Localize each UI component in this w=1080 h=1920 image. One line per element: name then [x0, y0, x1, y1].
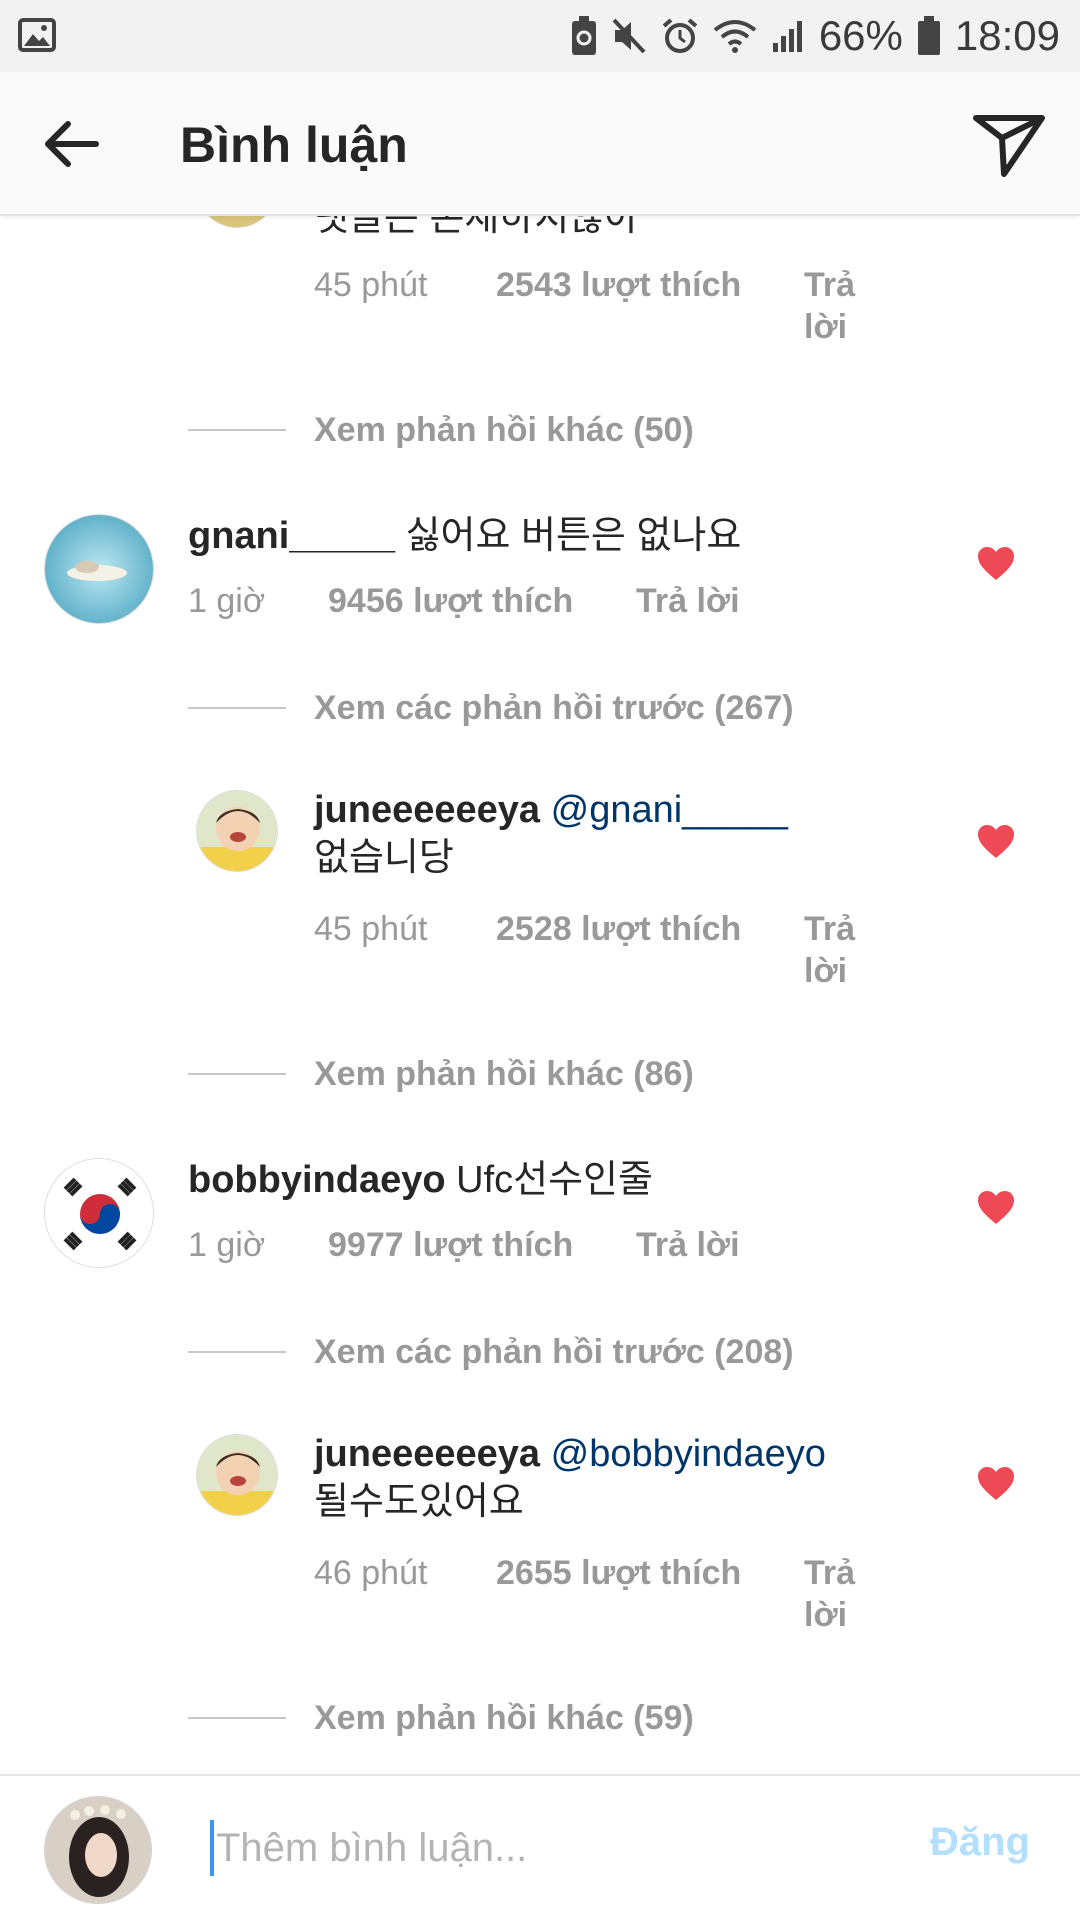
comment-text: Ufc선수인줄	[456, 1159, 653, 1201]
comment-body: bobbyindaeyo Ufc선수인줄	[188, 1156, 948, 1204]
comment-time: 1 giờ	[188, 582, 266, 620]
comment-username[interactable]: gnani_____	[188, 515, 395, 557]
mute-icon	[611, 17, 647, 55]
image-icon	[18, 16, 56, 59]
clock: 18:09	[954, 12, 1060, 59]
status-bar: 66% 18:09	[0, 0, 1080, 72]
reply-button[interactable]: Trả lời	[636, 580, 740, 622]
wifi-icon	[713, 18, 757, 54]
page-title: Bình luận	[180, 117, 408, 173]
comment-time: 45 phút	[314, 910, 428, 948]
heart-icon[interactable]	[976, 546, 1016, 582]
reply-text: 없습니당	[314, 837, 454, 879]
reply-username[interactable]: juneeeeeeya	[314, 789, 540, 831]
avatar[interactable]	[44, 1158, 154, 1268]
view-more-label: Xem phản hồi khác (86)	[314, 1054, 694, 1093]
avatar[interactable]	[196, 790, 278, 872]
like-count[interactable]: 2655 lượt thích	[496, 1552, 741, 1594]
heart-icon[interactable]	[976, 824, 1016, 860]
divider	[188, 1717, 286, 1719]
reply-body: juneeeeeeya @gnani_____ 없습니당	[314, 786, 874, 882]
post-button[interactable]: Đăng	[930, 1820, 1030, 1865]
avatar[interactable]	[196, 1434, 278, 1516]
like-count[interactable]: 9977 lượt thích	[328, 1224, 573, 1266]
header: Bình luận	[0, 72, 1080, 216]
korea-flag-icon	[45, 1159, 153, 1267]
view-previous-replies[interactable]: Xem các phản hồi trước (267)	[188, 686, 794, 730]
back-arrow-icon[interactable]	[40, 112, 104, 176]
reply-button[interactable]: Trả lời	[804, 1552, 874, 1636]
divider	[188, 707, 286, 709]
view-more-replies[interactable]: Xem phản hồi khác (50)	[188, 408, 694, 452]
view-more-replies[interactable]: Xem phản hồi khác (59)	[188, 1696, 694, 1740]
comment-time: 46 phút	[314, 1554, 428, 1592]
view-more-label: Xem phản hồi khác (59)	[314, 1698, 694, 1737]
avatar	[44, 1796, 152, 1904]
reply-username[interactable]: juneeeeeeya	[314, 1433, 540, 1475]
view-more-replies[interactable]: Xem phản hồi khác (86)	[188, 1052, 694, 1096]
like-count[interactable]: 9456 lượt thích	[328, 580, 573, 622]
reply-body: juneeeeeeya @bobbyindaeyo 될수도있어요	[314, 1430, 874, 1526]
view-more-label: Xem phản hồi khác (50)	[314, 410, 694, 449]
like-count[interactable]: 2528 lượt thích	[496, 908, 741, 950]
comment-time: 1 giờ	[188, 1226, 266, 1264]
battery-icon	[917, 16, 941, 56]
comment-time: 45 phút	[314, 266, 428, 304]
comment-text: 싫어요 버튼은 없나요	[405, 515, 742, 557]
heart-icon[interactable]	[976, 1190, 1016, 1226]
signal-icon	[771, 19, 805, 53]
divider	[188, 1351, 286, 1353]
comment-username[interactable]: bobbyindaeyo	[188, 1159, 446, 1201]
mention-link[interactable]: @bobbyindaeyo	[551, 1433, 826, 1475]
reply-text: 될수도있어요	[314, 1481, 524, 1523]
comment-text: 댓글은 존재하지않아	[314, 216, 640, 239]
reply-button[interactable]: Trả lời	[804, 908, 874, 992]
reply-button[interactable]: Trả lời	[804, 264, 874, 348]
divider	[188, 429, 286, 431]
view-previous-replies[interactable]: Xem các phản hồi trước (208)	[188, 1330, 794, 1374]
battery-percent: 66%	[818, 12, 903, 59]
comment-input[interactable]	[214, 1814, 914, 1882]
battery-saver-icon	[571, 16, 597, 56]
send-icon[interactable]	[972, 108, 1046, 182]
view-previous-label: Xem các phản hồi trước (267)	[314, 688, 794, 727]
avatar[interactable]	[196, 216, 278, 228]
like-count[interactable]: 2543 lượt thích	[496, 264, 741, 306]
avatar[interactable]	[44, 514, 154, 624]
view-previous-label: Xem các phản hồi trước (208)	[314, 1332, 794, 1371]
divider	[188, 1073, 286, 1075]
alarm-icon	[661, 17, 699, 55]
heart-icon[interactable]	[976, 1466, 1016, 1502]
comment-list[interactable]: 댓글은 존재하지않아 45 phút 2543 lượt thích Trả l…	[0, 216, 1080, 1774]
comment-composer: Đăng	[0, 1774, 1080, 1920]
mention-link[interactable]: @gnani_____	[551, 789, 788, 831]
comment-body: gnani_____ 싫어요 버튼은 없나요	[188, 512, 948, 560]
reply-button[interactable]: Trả lời	[636, 1224, 740, 1266]
